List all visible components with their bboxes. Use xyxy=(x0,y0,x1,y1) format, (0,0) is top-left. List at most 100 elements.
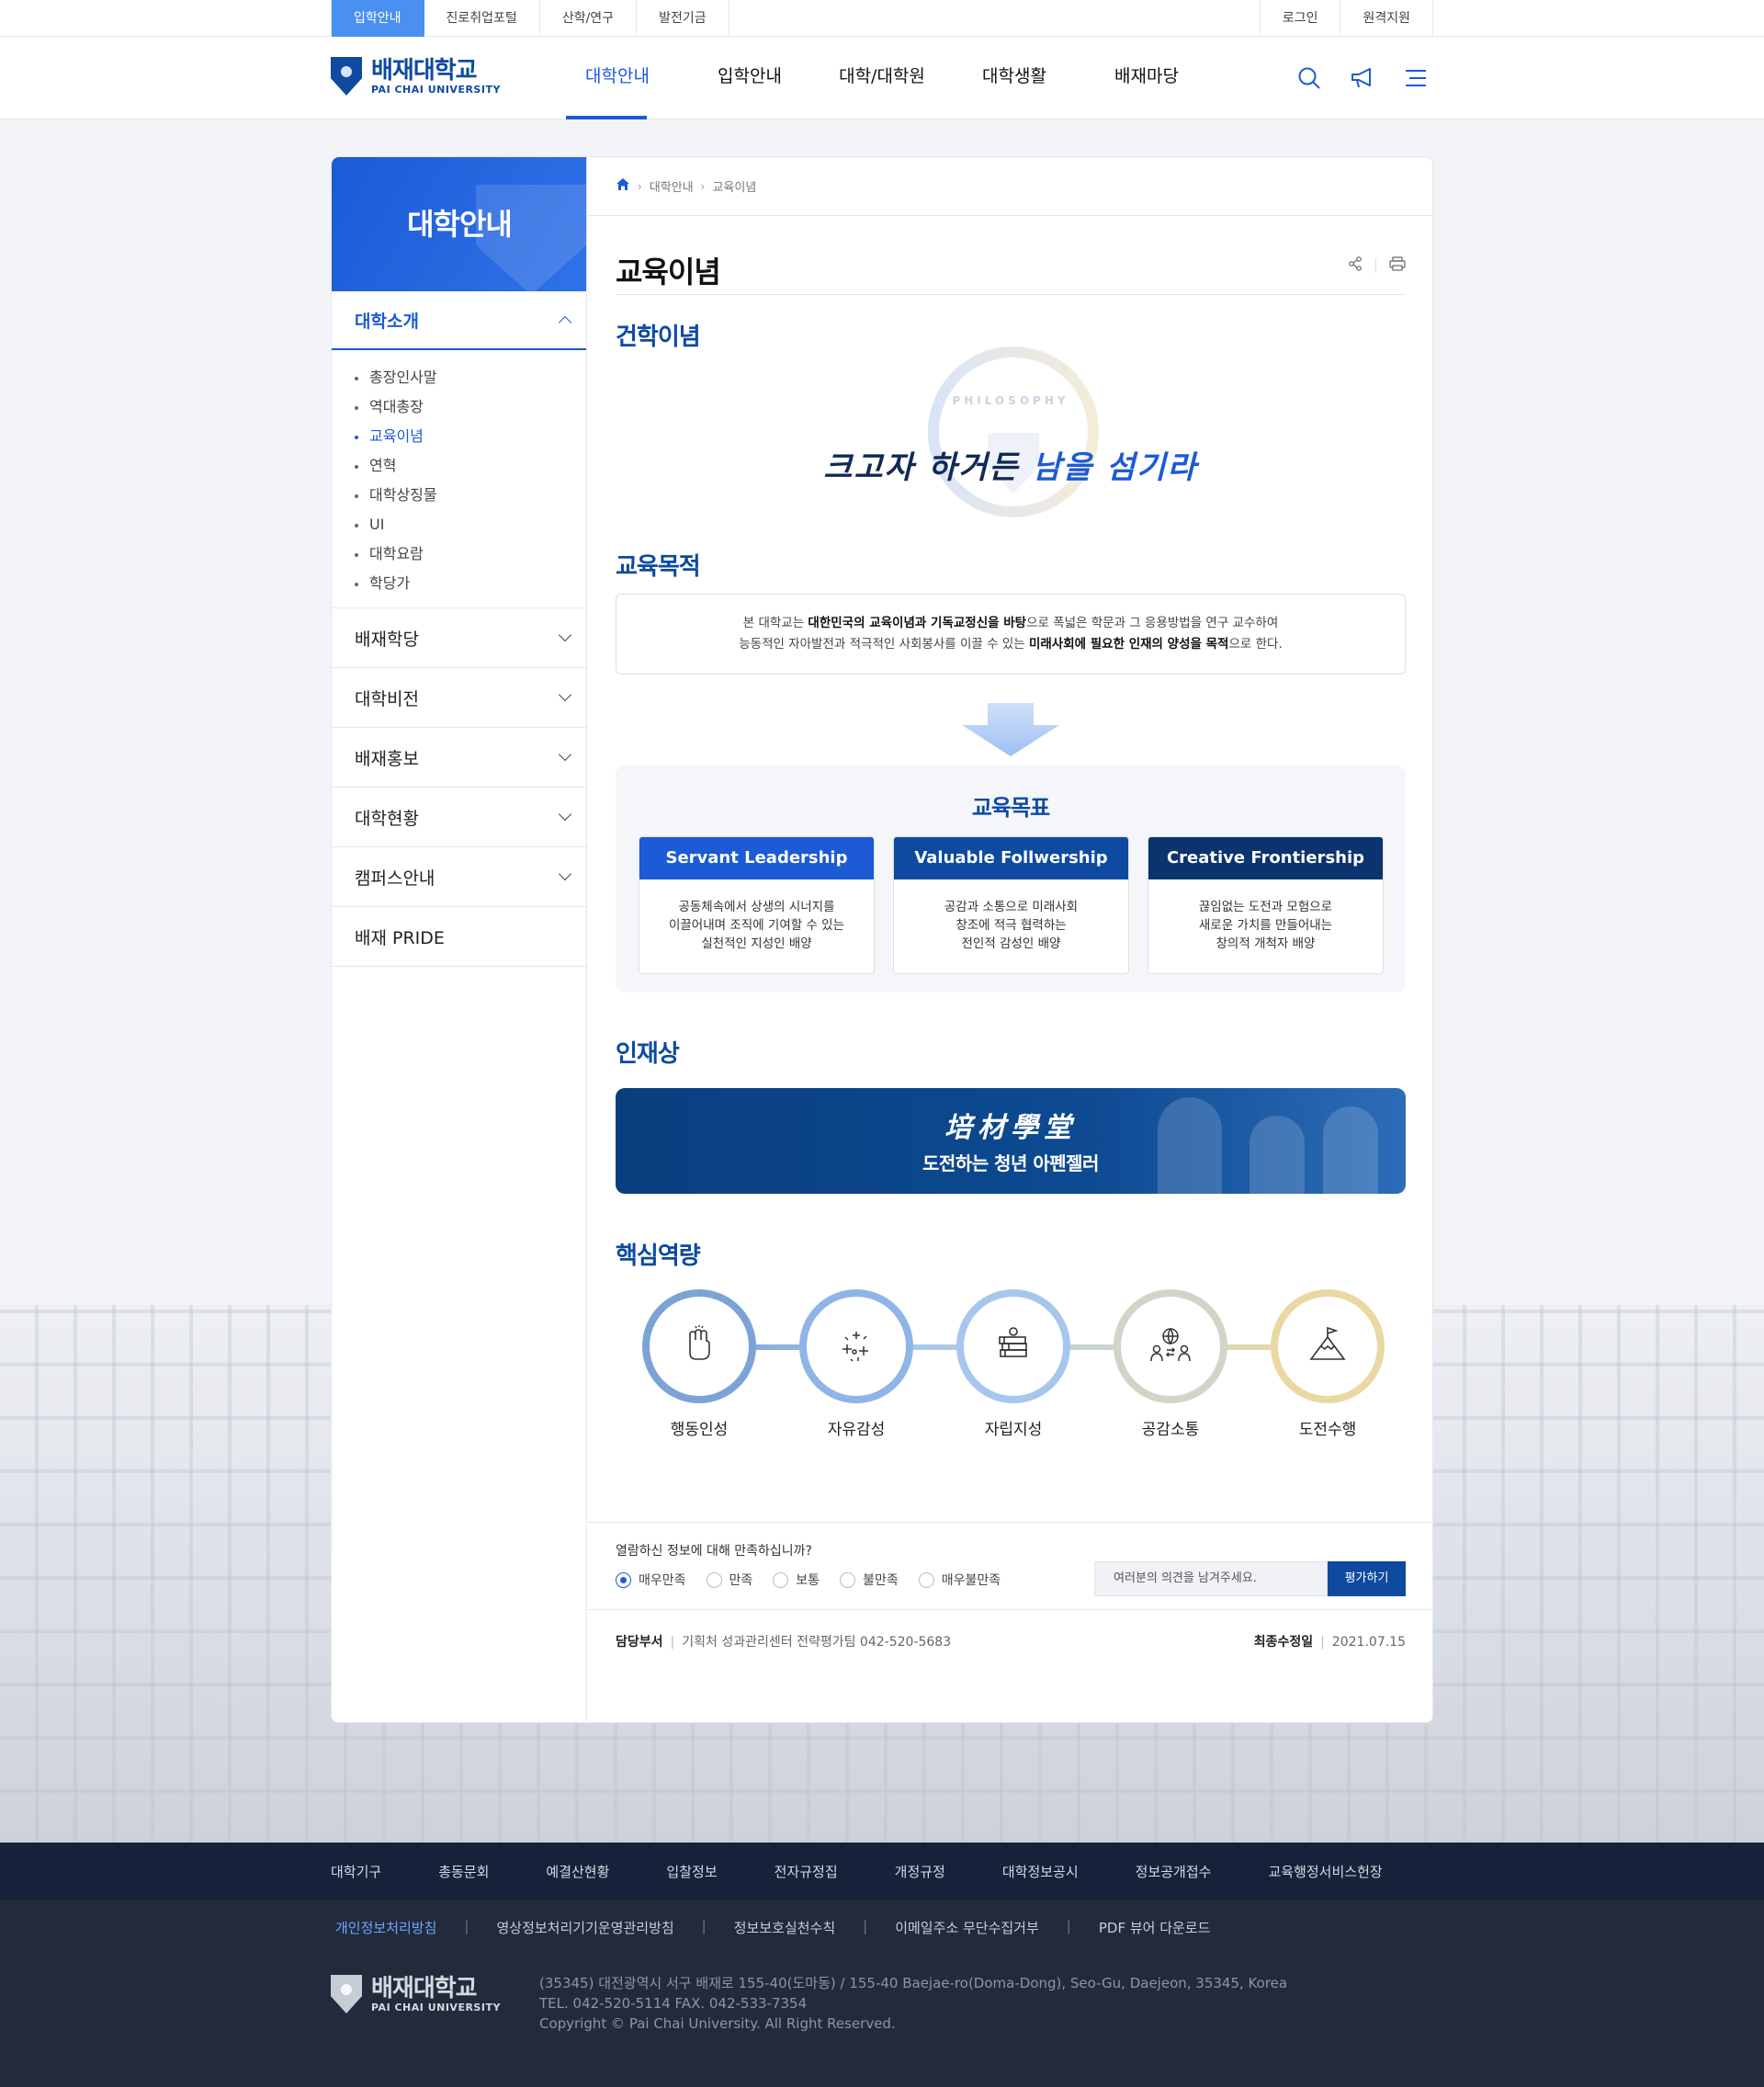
competency-ring xyxy=(1114,1289,1227,1403)
option-label: 만족 xyxy=(729,1573,753,1588)
home-icon[interactable] xyxy=(616,177,630,195)
lnb-sub-item-active[interactable]: 교육이념 xyxy=(355,422,586,451)
lnb-sub-item[interactable]: 대학상징물 xyxy=(355,481,586,510)
privacy-policy-link[interactable]: 개인정보처리방침 xyxy=(335,1918,436,1937)
lnb-sub-item[interactable]: 역대총장 xyxy=(355,392,586,422)
competency-item: 자립지성 xyxy=(956,1289,1070,1439)
lnb-group-paichai-hall[interactable]: 배재학당 xyxy=(332,608,586,668)
util-link-research[interactable]: 산학/연구 xyxy=(540,0,638,37)
survey-option-satisfied[interactable]: 만족 xyxy=(706,1571,753,1589)
site-footer: 개인정보처리방침 | 영상정보처리기기운영관리방침 | 정보보호실천수칙 | 이메일주… xyxy=(0,1900,1764,2087)
books-icon xyxy=(993,1324,1034,1368)
lnb-sub-item[interactable]: 연혁 xyxy=(355,451,586,481)
lnb-group-intro[interactable]: 대학소개 xyxy=(332,291,586,350)
survey-option-neutral[interactable]: 보통 xyxy=(773,1571,820,1589)
pdf-viewer-link[interactable]: PDF 뷰어 다운로드 xyxy=(1099,1918,1211,1937)
survey-option-very-dissatisfied[interactable]: 매우불만족 xyxy=(918,1571,1001,1589)
logo-korean: 배재대학교 xyxy=(371,56,478,85)
footer-link[interactable]: 입찰정보 xyxy=(666,1862,717,1881)
survey-comment-input[interactable]: 여러분의 의견을 남겨주세요. xyxy=(1094,1561,1328,1596)
lnb-sub-item[interactable]: UI xyxy=(355,510,586,539)
lnb-group-label: 대학현황 xyxy=(355,808,419,829)
gnb-item-community[interactable]: 배재마당 xyxy=(1080,37,1213,119)
talent-hanja: 培材學堂 xyxy=(944,1112,1077,1144)
util-link-admission[interactable]: 입학안내 xyxy=(331,0,424,37)
lnb-group-status[interactable]: 대학현황 xyxy=(332,788,586,847)
gnb-item-colleges[interactable]: 대학/대학원 xyxy=(816,37,948,119)
lnb-group-campus[interactable]: 캠퍼스안내 xyxy=(332,847,586,907)
login-link[interactable]: 로그인 xyxy=(1259,0,1341,37)
radio-button[interactable] xyxy=(773,1571,789,1588)
goal-card-heading: Creative Frontiership xyxy=(1148,837,1383,879)
survey-option-very-satisfied[interactable]: 매우만족 xyxy=(616,1571,686,1589)
lnb-sub-item[interactable]: 총장인사말 xyxy=(355,363,586,392)
goal-card-creative-frontiership: Creative Frontiership 끊임없는 도전과 모험으로 새로운 … xyxy=(1148,836,1384,974)
gnb-item-campus-life[interactable]: 대학생활 xyxy=(948,37,1080,119)
option-label: 매우만족 xyxy=(639,1573,686,1588)
util-link-fund[interactable]: 발전기금 xyxy=(637,0,729,37)
remote-support-link[interactable]: 원격지원 xyxy=(1340,0,1433,37)
footer-link[interactable]: 대학정보공시 xyxy=(1002,1862,1079,1881)
radio-button[interactable] xyxy=(840,1571,856,1588)
footer-link[interactable]: 총동문회 xyxy=(438,1862,489,1881)
search-icon[interactable] xyxy=(1295,64,1323,92)
footer-link[interactable]: 정보공개접수 xyxy=(1136,1862,1212,1881)
university-shield-icon xyxy=(331,57,362,96)
email-refusal-link[interactable]: 이메일주소 무단수집거부 xyxy=(895,1918,1039,1937)
footer-link[interactable]: 교육행정서비스헌장 xyxy=(1268,1862,1382,1881)
option-label: 보통 xyxy=(796,1573,820,1588)
globe-people-icon xyxy=(1148,1324,1193,1368)
page-title: 교육이념 xyxy=(616,255,721,289)
breadcrumb-item-current: 교육이념 xyxy=(712,181,757,195)
page-manager-info: 담당부서 | 기획처 성과관리센터 전략평가팀 042-520-5683 최종수정일… xyxy=(616,1635,1406,1650)
goal-card-body: 끊임없는 도전과 모험으로 새로운 가치를 만들어내는 창의적 개척자 배양 xyxy=(1198,900,1333,951)
goal-card-heading: Valuable Follwership xyxy=(894,837,1128,879)
chevron-down-icon xyxy=(558,628,572,642)
chevron-down-icon xyxy=(558,687,572,702)
survey-options: 매우만족 만족 보통 불만족 매우불만족 xyxy=(616,1571,1001,1589)
content-wrapper: 대학안내 대학소개 총장인사말 역대총장 교육이념 연혁 대학상징물 UI 대학… xyxy=(331,156,1433,1723)
goal-card-body: 공동체속에서 상생의 시너지를 이끌어내며 조직에 기여할 수 있는 실천적인 … xyxy=(668,900,845,951)
lnb-group-pr[interactable]: 배재홍보 xyxy=(332,728,586,788)
cctv-policy-link[interactable]: 영상정보처리기기운영관리방침 xyxy=(496,1918,673,1937)
menu-icon[interactable] xyxy=(1402,64,1430,92)
footer-link[interactable]: 대학기구 xyxy=(331,1862,381,1881)
chevron-down-icon xyxy=(558,807,572,822)
radio-button[interactable] xyxy=(616,1571,631,1588)
footer-link[interactable]: 예결산현황 xyxy=(546,1862,609,1881)
site-header: 배재대학교 PAI CHAI UNIVERSITY 대학안내 입학안내 대학/대… xyxy=(0,37,1764,119)
survey-option-dissatisfied[interactable]: 불만족 xyxy=(840,1571,899,1589)
lnb-sub-item[interactable]: 학당가 xyxy=(355,569,586,598)
share-icon[interactable] xyxy=(1348,256,1363,275)
gnb-item-admission[interactable]: 입학안내 xyxy=(684,37,816,119)
radio-button[interactable] xyxy=(706,1571,722,1588)
footer-link[interactable]: 전자규정집 xyxy=(775,1862,838,1881)
main-content: › 대학안내 › 교육이념 교육이념 건학이념 PHILOSOPHY 크고자 하… xyxy=(588,157,1433,1722)
university-shield-icon xyxy=(331,1975,362,2013)
competency-item: 도전수행 xyxy=(1271,1289,1385,1439)
site-logo[interactable]: 배재대학교 PAI CHAI UNIVERSITY xyxy=(331,57,501,96)
megaphone-icon[interactable] xyxy=(1349,64,1376,92)
section-title-competency: 핵심역량 xyxy=(616,1242,701,1270)
security-rules-link[interactable]: 정보보호실천수칙 xyxy=(734,1918,835,1937)
gnb-item-about[interactable]: 대학안내 xyxy=(551,37,684,119)
footer-logo: 배재대학교 PAI CHAI UNIVERSITY xyxy=(331,1975,501,2013)
lnb-group-label: 캠퍼스안내 xyxy=(355,868,435,889)
education-goals: 교육목표 Servant Leadership 공동체속에서 상생의 시너지를 … xyxy=(616,766,1406,992)
global-nav: 대학안내 입학안내 대학/대학원 대학생활 배재마당 xyxy=(551,37,1213,119)
dept-label: 담당부서 xyxy=(616,1635,663,1650)
goals-title: 교육목표 xyxy=(971,795,1050,821)
lnb-group-vision[interactable]: 대학비전 xyxy=(332,668,586,728)
radio-button[interactable] xyxy=(918,1571,934,1588)
footer-link[interactable]: 개정규정 xyxy=(895,1862,945,1881)
lnb-sub-item[interactable]: 대학요람 xyxy=(355,539,586,569)
util-link-career[interactable]: 진로취업포털 xyxy=(424,0,540,37)
lnb-group-pride[interactable]: 배재 PRIDE xyxy=(332,907,586,967)
breadcrumb-item[interactable]: 대학안내 xyxy=(650,177,694,195)
chevron-up-icon xyxy=(558,315,572,330)
mountain-flag-icon xyxy=(1307,1324,1348,1368)
page-header: 교육이념 xyxy=(616,249,1406,295)
print-icon[interactable] xyxy=(1389,256,1406,275)
section-title-talent: 인재상 xyxy=(616,1040,680,1068)
survey-submit-button[interactable]: 평가하기 xyxy=(1328,1561,1406,1596)
